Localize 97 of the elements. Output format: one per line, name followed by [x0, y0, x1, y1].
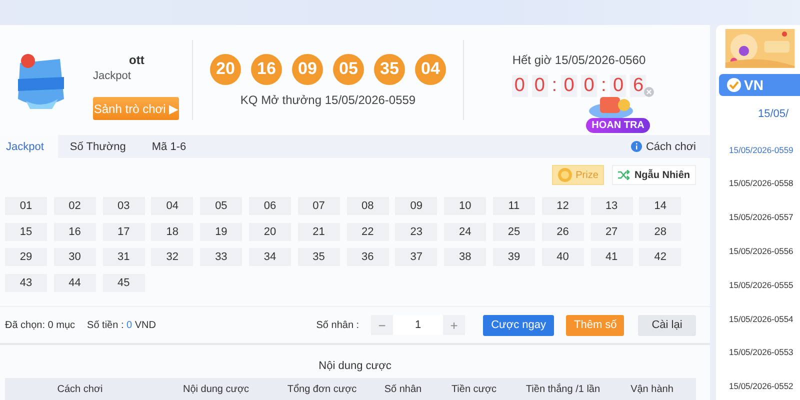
tab[interactable]: Jackpot: [0, 135, 58, 158]
number-button[interactable]: 16: [54, 222, 96, 241]
shuffle-icon: [618, 170, 630, 180]
number-button[interactable]: 18: [151, 222, 194, 241]
number-button[interactable]: 10: [444, 197, 486, 215]
number-button[interactable]: 32: [151, 248, 194, 266]
period-header: 15/05/: [757, 106, 790, 122]
result-ball: 04: [415, 54, 446, 84]
number-button[interactable]: 20: [248, 222, 291, 241]
number-button[interactable]: 11: [492, 197, 535, 215]
game-title: ott: [128, 53, 146, 67]
number-button[interactable]: 35: [298, 248, 340, 266]
number-button[interactable]: 45: [102, 274, 145, 292]
number-button[interactable]: 26: [542, 222, 584, 241]
number-button[interactable]: 03: [102, 197, 145, 215]
number-button[interactable]: 33: [200, 248, 242, 266]
result-ball: 35: [374, 54, 405, 84]
result-ball: 20: [210, 54, 241, 84]
number-button[interactable]: 31: [102, 248, 145, 266]
column-header: Số nhân: [383, 384, 423, 395]
number-button[interactable]: 07: [298, 197, 340, 215]
number-button[interactable]: 29: [5, 248, 47, 266]
number-button[interactable]: 40: [542, 248, 584, 266]
number-button[interactable]: 37: [395, 248, 438, 266]
number-button[interactable]: 12: [542, 197, 584, 215]
column-header: Tổng đơn cược: [286, 384, 358, 395]
column-header: Tiền cược: [450, 384, 498, 395]
close-icon[interactable]: [644, 87, 654, 97]
tab[interactable]: Mã 1-6: [146, 135, 200, 158]
number-button[interactable]: 09: [395, 197, 438, 215]
number-button[interactable]: 23: [395, 222, 438, 241]
coin-icon: [558, 168, 572, 182]
number-button[interactable]: 21: [298, 222, 340, 241]
number-button[interactable]: 17: [102, 222, 145, 241]
countdown-digit: 0: [561, 75, 577, 97]
result-caption: KQ Mở thưởng 15/05/2026-0559: [240, 92, 416, 106]
multiplier-label: Số nhân :: [316, 320, 360, 331]
number-button[interactable]: 27: [590, 222, 633, 241]
period-item[interactable]: 15/05/2026-0553: [719, 338, 800, 366]
number-button[interactable]: 34: [248, 248, 291, 266]
random-button[interactable]: Ngẫu Nhiên: [612, 165, 696, 185]
number-button[interactable]: 19: [200, 222, 242, 241]
period-item[interactable]: 15/05/2026-0555: [719, 270, 800, 299]
number-button[interactable]: 41: [590, 248, 633, 266]
column-header: Nội dung cược: [182, 384, 250, 395]
checkmark-icon: [727, 78, 741, 92]
number-button[interactable]: 24: [444, 222, 486, 241]
selected-count: Đã chọn: 0 mục: [5, 320, 76, 331]
number-button[interactable]: 39: [492, 248, 535, 266]
game-subtitle: Jackpot: [93, 70, 132, 82]
number-button[interactable]: 43: [5, 274, 47, 292]
number-button[interactable]: 36: [346, 248, 389, 266]
result-ball: 16: [251, 54, 282, 84]
number-button[interactable]: 05: [200, 197, 242, 215]
promo-badge[interactable]: HOAN TRA: [586, 118, 650, 133]
period-item[interactable]: 15/05/2026-0554: [719, 304, 800, 332]
column-header: Vận hành: [630, 384, 674, 395]
countdown-separator: :: [552, 75, 557, 97]
tab[interactable]: Số Thường: [64, 135, 140, 158]
period-item[interactable]: 15/05/2026-0552: [719, 372, 800, 400]
period-item[interactable]: 15/05/2026-0558: [719, 170, 800, 198]
countdown-digit: 0: [532, 75, 548, 97]
number-button[interactable]: 28: [639, 222, 682, 241]
number-button[interactable]: 04: [151, 197, 194, 215]
period-item[interactable]: 15/05/2026-0556: [719, 237, 800, 265]
countdown-caption: Hết giờ 15/05/2026-0560: [512, 53, 646, 67]
number-button[interactable]: 38: [444, 248, 486, 266]
countdown-digit: 0: [581, 75, 597, 97]
amount-total: Số tiền : 0 VND: [87, 320, 156, 331]
number-button[interactable]: 13: [590, 197, 633, 215]
bets-title: Nội dung cược: [318, 359, 392, 374]
number-button[interactable]: 44: [54, 274, 96, 292]
number-button[interactable]: 14: [639, 197, 682, 215]
countdown-separator: :: [601, 75, 606, 97]
number-button[interactable]: 25: [492, 222, 535, 241]
reset-button[interactable]: Cài lại: [638, 314, 696, 336]
multiplier-field[interactable]: 1: [393, 315, 444, 336]
number-button[interactable]: 01: [5, 197, 47, 215]
result-ball: 09: [292, 54, 323, 84]
number-button[interactable]: 02: [54, 197, 96, 215]
column-header: Tiền thắng /1 lần: [524, 384, 602, 395]
column-header: Cách chơi: [56, 384, 104, 395]
countdown-digit: 6: [630, 75, 646, 97]
number-button[interactable]: 30: [54, 248, 96, 266]
number-button[interactable]: 06: [248, 197, 291, 215]
result-ball: 05: [333, 54, 364, 84]
period-item[interactable]: 15/05/2026-0559: [719, 136, 800, 164]
info-icon: [630, 141, 642, 152]
number-button[interactable]: 42: [639, 248, 682, 266]
countdown-digit: 0: [610, 75, 626, 97]
number-button[interactable]: 08: [346, 197, 389, 215]
number-button[interactable]: 22: [346, 222, 389, 241]
help-link[interactable]: Cách chơi: [646, 140, 696, 152]
number-button[interactable]: 15: [5, 222, 47, 241]
bet-button[interactable]: Cược ngay: [483, 314, 554, 336]
period-item[interactable]: 15/05/2026-0557: [719, 203, 800, 232]
countdown-digit: 0: [512, 75, 528, 97]
